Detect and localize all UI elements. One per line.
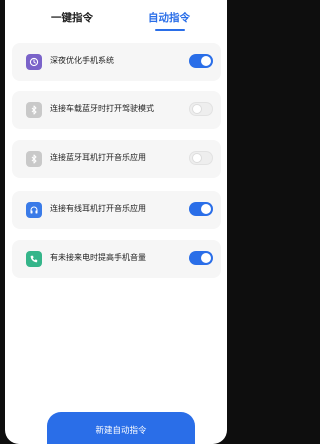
- bluetooth-icon: [26, 151, 42, 167]
- automation-item-label: 连接蓝牙耳机打开音乐应用: [50, 153, 146, 162]
- moon-clock-icon: [26, 54, 42, 70]
- automation-item-label: 深夜优化手机系统: [50, 56, 114, 65]
- bluetooth-icon: [26, 102, 42, 118]
- automation-item-car-bluetooth[interactable]: 连接车载蓝牙时打开驾驶模式: [12, 91, 221, 129]
- automation-screen: 一键指令 自动指令 深夜优化手机系统 连接车载蓝牙时打开驾驶模式 连接蓝牙耳机打…: [5, 0, 227, 444]
- automation-item-bt-headset[interactable]: 连接蓝牙耳机打开音乐应用: [12, 140, 221, 178]
- car-bluetooth-toggle[interactable]: [189, 102, 213, 116]
- tab-one-tap[interactable]: 一键指令: [51, 10, 93, 25]
- automation-item-wired-headset[interactable]: 连接有线耳机打开音乐应用: [12, 191, 221, 229]
- phone-icon: [26, 251, 42, 267]
- night-optimize-toggle[interactable]: [189, 54, 213, 68]
- automation-item-missed-call[interactable]: 有未接来电时提高手机音量: [12, 240, 221, 278]
- automation-item-label: 连接车载蓝牙时打开驾驶模式: [50, 104, 154, 113]
- new-automation-button[interactable]: 新建自动指令: [47, 412, 195, 444]
- tab-bar: 一键指令 自动指令: [5, 0, 227, 38]
- tab-automation[interactable]: 自动指令: [148, 10, 190, 25]
- wired-headset-toggle[interactable]: [189, 202, 213, 216]
- headphones-icon: [26, 202, 42, 218]
- automation-item-label: 有未接来电时提高手机音量: [50, 253, 146, 262]
- bt-headset-toggle[interactable]: [189, 151, 213, 165]
- automation-item-label: 连接有线耳机打开音乐应用: [50, 204, 146, 213]
- tab-indicator: [155, 29, 185, 31]
- missed-call-toggle[interactable]: [189, 251, 213, 265]
- automation-item-night-optimize[interactable]: 深夜优化手机系统: [12, 43, 221, 81]
